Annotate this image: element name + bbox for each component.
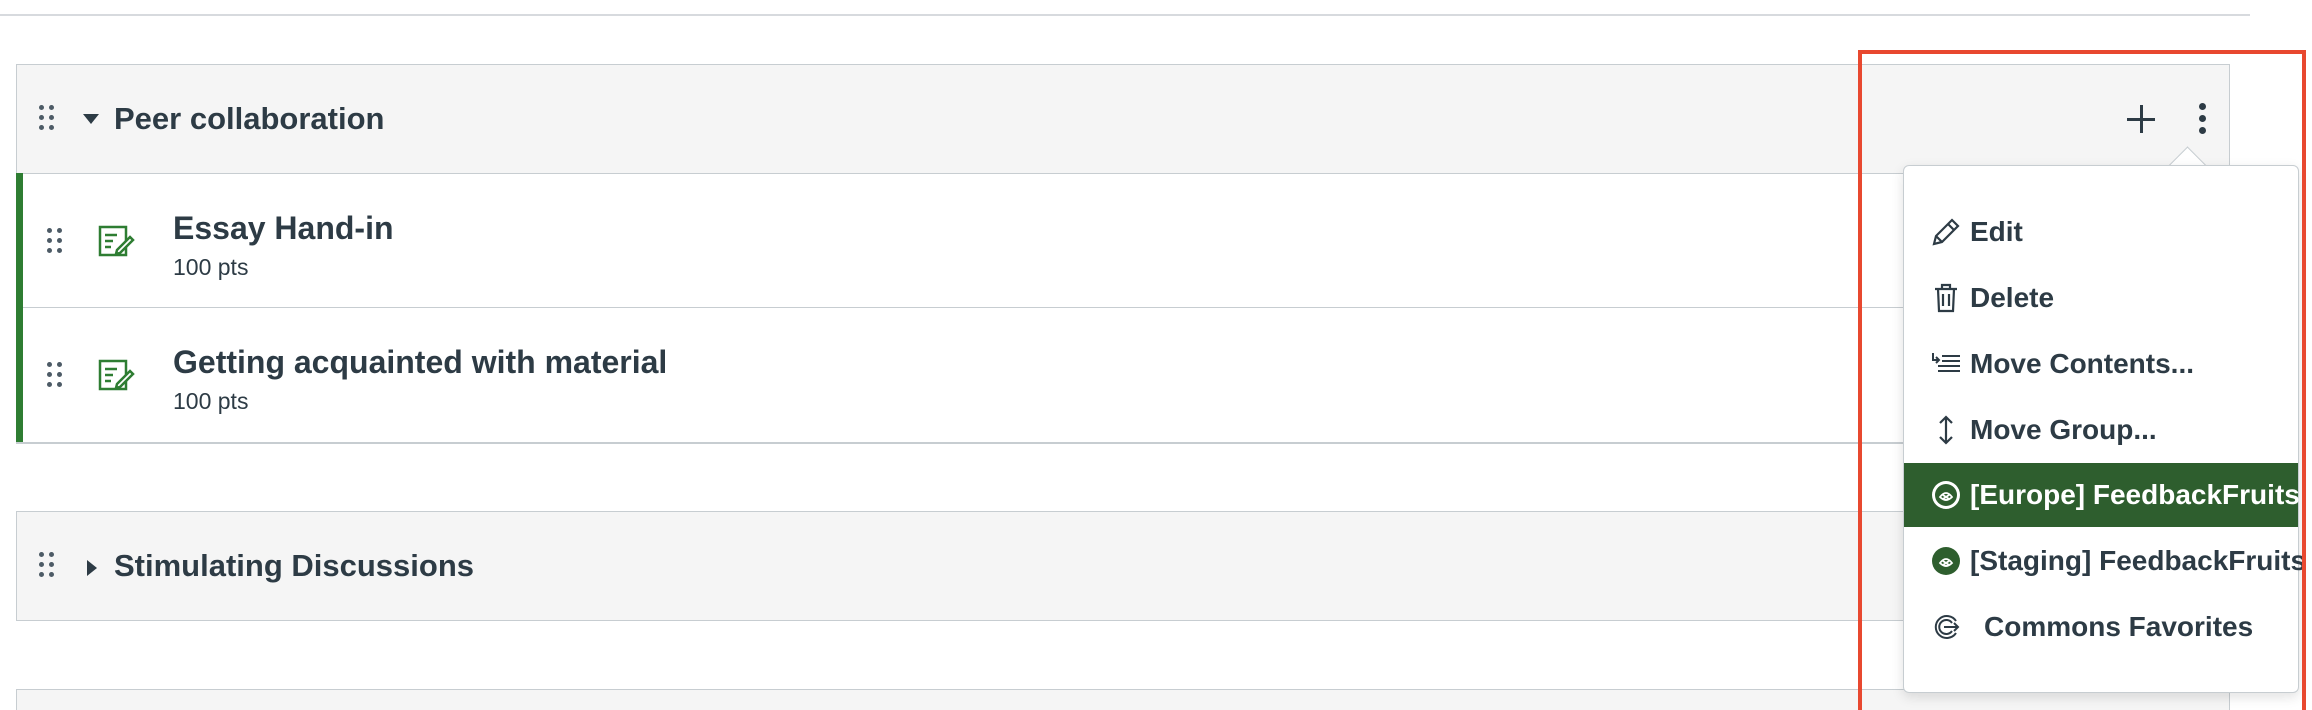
group-header[interactable]: Peer collaboration (17, 65, 2229, 173)
page: Peer collaboration Essay Hand-in 100 pts (0, 0, 2312, 710)
menu-item-move-contents[interactable]: Move Contents... (1904, 332, 2298, 396)
feedbackfruits-icon (1928, 543, 1964, 579)
add-assignment-button[interactable] (2123, 101, 2159, 137)
menu-item-commons-favorites[interactable]: Commons Favorites (1904, 595, 2298, 659)
expand-caret-icon[interactable] (87, 560, 97, 576)
menu-item-edit[interactable]: Edit (1904, 200, 2298, 264)
assignment-points: 100 pts (173, 254, 249, 280)
assignment-icon (97, 356, 135, 394)
assignment-title[interactable]: Getting acquainted with material (173, 344, 667, 381)
assignment-row[interactable]: Getting acquainted with material 100 pts (16, 307, 2229, 443)
assignment-group-partial (16, 689, 2230, 710)
assignment-icon (97, 222, 135, 260)
move-contents-icon (1928, 346, 1964, 382)
menu-item-label: Move Contents... (1970, 348, 2195, 379)
menu-item-feedbackfruits-europe[interactable]: [Europe] FeedbackFruits (1904, 463, 2300, 527)
assignment-title[interactable]: Essay Hand-in (173, 210, 394, 247)
drag-handle-icon[interactable] (37, 550, 57, 584)
group-options-menu: Edit Delete Move Contents... Move Group.… (1903, 165, 2306, 693)
menu-item-label: Delete (1970, 282, 2055, 313)
menu-item-move-group[interactable]: Move Group... (1904, 398, 2298, 462)
menu-item-label: [Europe] FeedbackFruits (1970, 479, 2300, 510)
trash-icon (1928, 280, 1964, 316)
menu-item-label: Move Group... (1970, 414, 2157, 445)
menu-item-feedbackfruits-staging[interactable]: [Staging] FeedbackFruits (1904, 529, 2306, 593)
pencil-icon (1928, 214, 1964, 250)
menu-item-label: Commons Favorites (1984, 611, 2254, 642)
collapse-caret-icon[interactable] (83, 114, 99, 124)
group-title: Peer collaboration (114, 101, 385, 136)
drag-handle-icon[interactable] (45, 226, 65, 260)
assignment-group-peer-collaboration: Peer collaboration Essay Hand-in 100 pts (16, 64, 2230, 444)
group-header[interactable] (17, 690, 2229, 710)
group-options-button[interactable] (2185, 101, 2221, 137)
commons-icon (1928, 609, 1964, 645)
assignment-group-stimulating-discussions: Stimulating Discussions (16, 511, 2230, 621)
group-title: Stimulating Discussions (114, 548, 475, 583)
top-divider (0, 14, 2250, 16)
menu-item-label: Edit (1970, 216, 2023, 247)
drag-handle-icon[interactable] (37, 103, 57, 137)
menu-item-delete[interactable]: Delete (1904, 266, 2298, 330)
move-vertical-icon (1928, 412, 1964, 448)
assignment-points: 100 pts (173, 388, 249, 414)
feedbackfruits-icon (1928, 477, 1964, 513)
assignment-row[interactable]: Essay Hand-in 100 pts (16, 173, 2229, 307)
group-header[interactable]: Stimulating Discussions (17, 512, 2229, 620)
drag-handle-icon[interactable] (45, 360, 65, 394)
menu-item-label: [Staging] FeedbackFruits (1970, 545, 2307, 576)
